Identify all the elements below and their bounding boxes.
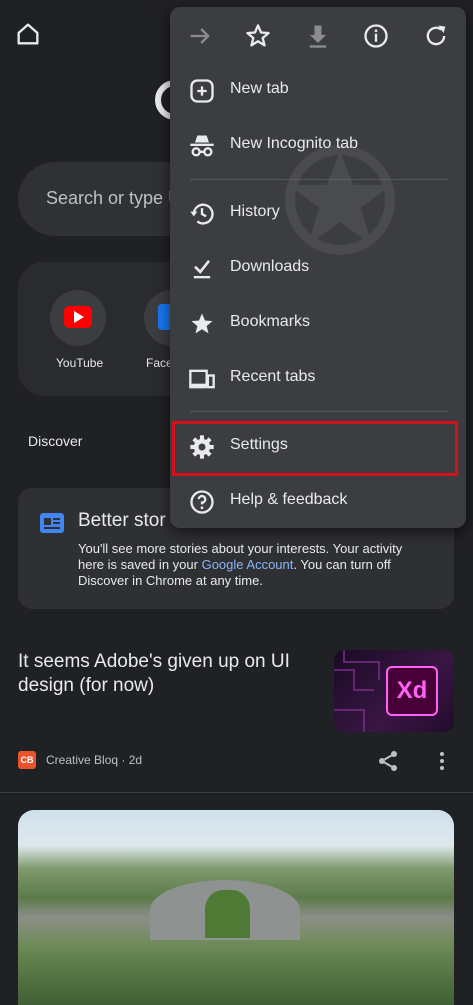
devices-icon — [189, 369, 215, 389]
download-page-button[interactable] — [304, 22, 332, 50]
forward-button[interactable] — [186, 22, 214, 50]
menu-divider — [190, 411, 448, 412]
share-icon[interactable] — [376, 749, 400, 773]
refresh-icon — [426, 25, 446, 46]
photo-median — [205, 890, 250, 938]
history-icon — [190, 203, 214, 225]
menu-item-downloads[interactable]: Downloads — [170, 241, 466, 296]
source-logo: CB — [18, 751, 36, 769]
menu-item-label: New Incognito tab — [230, 135, 359, 152]
source-meta: Creative Bloq · 2d — [46, 753, 143, 767]
discover-heading: Discover — [28, 433, 83, 449]
incognito-icon — [190, 135, 214, 157]
star-icon — [246, 24, 270, 47]
info-icon — [364, 24, 388, 48]
menu-item-history[interactable]: History — [170, 186, 466, 241]
bookmark-star-button[interactable] — [244, 22, 272, 50]
shortcut-label: YouTube — [56, 356, 104, 370]
plus-box-icon — [190, 79, 214, 103]
menu-item-label: New tab — [230, 80, 289, 97]
menu-item-recent-tabs[interactable]: Recent tabs — [170, 351, 466, 406]
feed-divider — [0, 792, 473, 793]
menu-item-label: Bookmarks — [230, 313, 311, 330]
help-icon — [190, 490, 214, 514]
settings-highlight-box — [172, 421, 458, 476]
menu-item-bookmarks[interactable]: Bookmarks — [170, 296, 466, 351]
menu-item-label: Recent tabs — [230, 368, 316, 385]
menu-item-new-tab[interactable]: New tab — [170, 63, 466, 118]
home-button[interactable] — [14, 20, 42, 48]
adobe-xd-logo: Xd — [386, 666, 438, 716]
more-vert-icon[interactable] — [434, 749, 450, 773]
page-info-button[interactable] — [362, 22, 390, 50]
star-filled-icon — [191, 313, 213, 334]
search-placeholder: Search or type U — [46, 188, 182, 208]
menu-item-help-feedback[interactable]: Help & feedback — [170, 474, 466, 529]
refresh-button[interactable] — [422, 22, 450, 50]
news-icon — [40, 513, 64, 533]
menu-item-label: History — [230, 203, 280, 220]
download-check-icon — [193, 260, 211, 279]
shortcut-label: Face — [146, 356, 173, 370]
article-title[interactable]: It seems Adobe's given up on UI design (… — [18, 650, 318, 698]
home-icon — [17, 23, 39, 45]
menu-item-label: Downloads — [230, 258, 310, 275]
youtube-play-glyph — [74, 311, 84, 323]
promo-body: You'll see more stories about your inter… — [78, 541, 418, 589]
download-icon — [309, 25, 327, 48]
menu-item-new-incognito-tab[interactable]: New Incognito tab — [170, 118, 466, 173]
forward-icon — [190, 28, 210, 44]
menu-divider — [190, 179, 448, 180]
google-account-link[interactable]: Google Account — [202, 557, 294, 572]
menu-item-label: Help & feedback — [230, 491, 348, 508]
promo-title: Better stor — [78, 510, 166, 531]
